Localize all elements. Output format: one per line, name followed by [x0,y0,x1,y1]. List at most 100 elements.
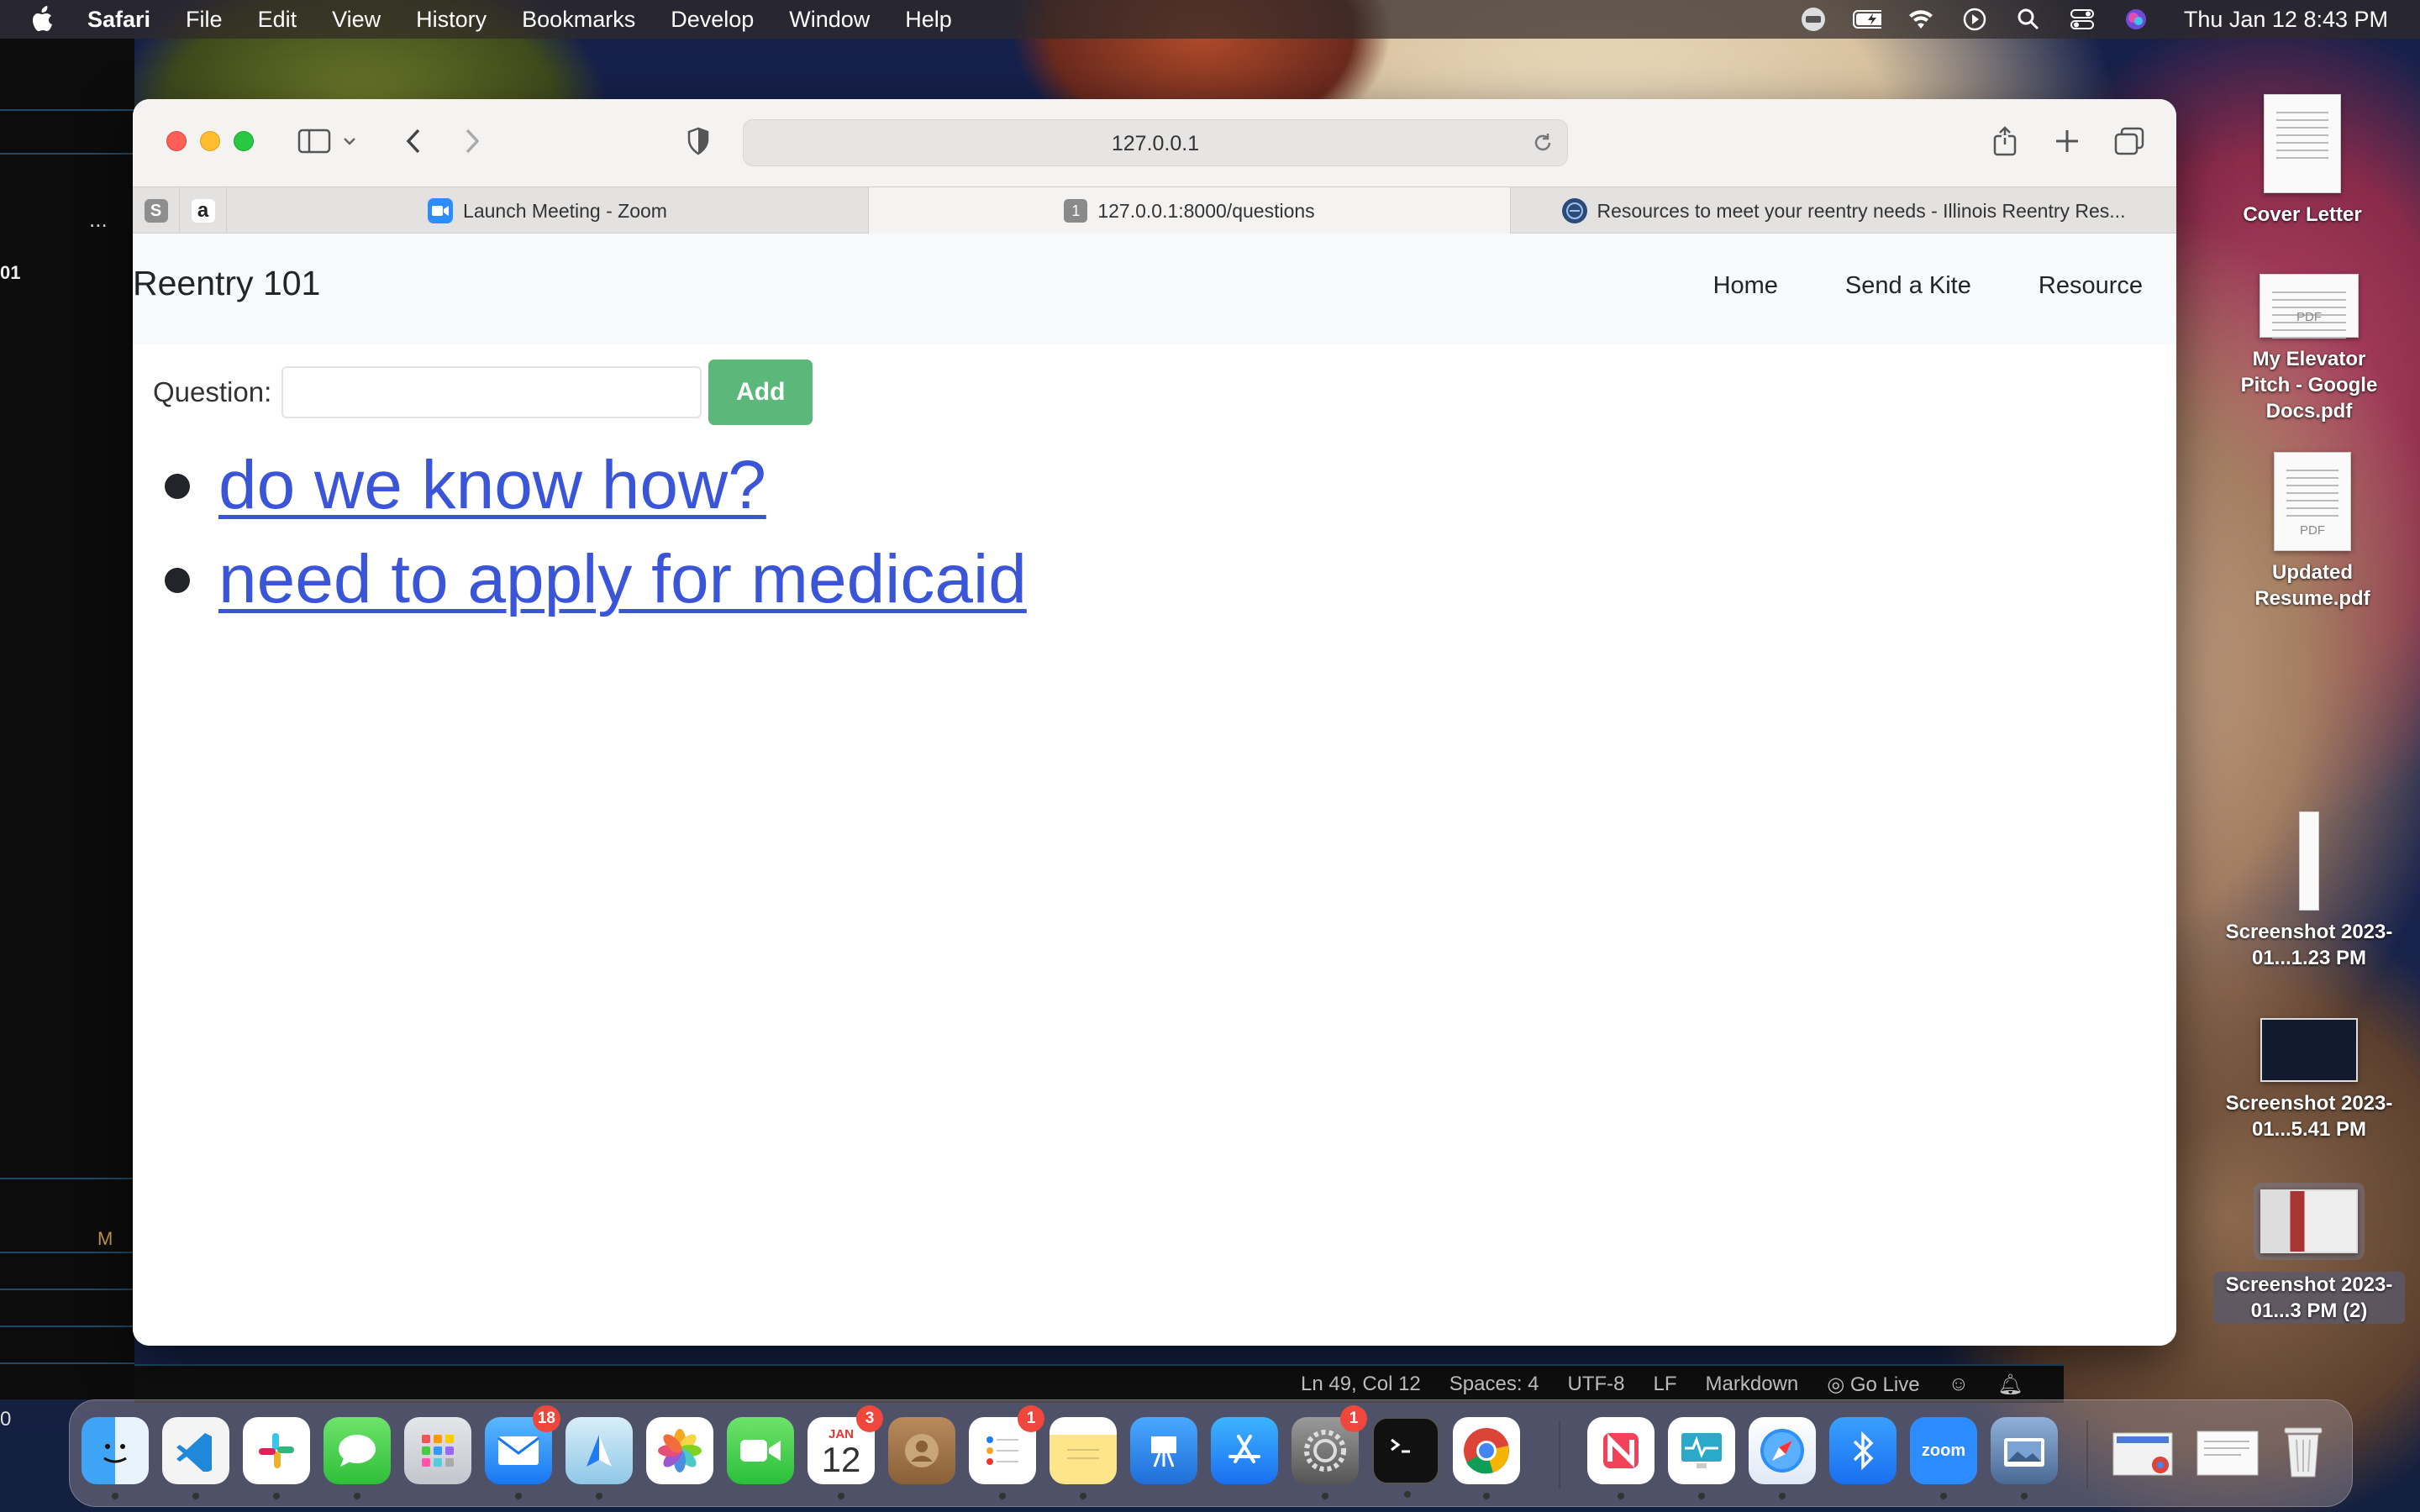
menu-history[interactable]: History [416,7,487,33]
tab-zoom[interactable]: Launch Meeting - Zoom [227,187,869,234]
mail-badge: 18 [532,1405,560,1432]
launchpad-icon[interactable] [404,1417,471,1484]
safari-window: 127.0.0.1 S a Launch Meeting - Zoom 1 12… [133,99,2176,1346]
screenshot-thumbnail-icon [2299,811,2319,911]
minimize-window-button[interactable] [200,131,220,151]
finder-icon[interactable] [82,1417,149,1499]
tab-questions[interactable]: 1 127.0.0.1:8000/questions [869,187,1511,234]
system-settings-icon[interactable]: 1 [1292,1405,1367,1499]
status-cursor-position[interactable]: Ln 49, Col 12 [1301,1373,1421,1397]
pdf-icon: PDF [2260,274,2359,339]
terminal-icon[interactable] [1372,1417,1439,1498]
add-question-button[interactable]: Add [708,360,813,425]
new-tab-plus-icon[interactable] [2050,124,2084,158]
status-eol[interactable]: LF [1654,1373,1677,1397]
calendar-icon[interactable]: JAN 12 3 [808,1405,883,1499]
desktop-file-screenshot-1[interactable]: Screenshot 2023-01...1.23 PM [2225,811,2393,971]
safari-icon[interactable] [1749,1417,1816,1499]
status-language[interactable]: Markdown [1706,1373,1799,1397]
menu-bar-clock[interactable]: Thu Jan 12 8:43 PM [2184,7,2388,33]
zoom-app-icon[interactable]: zoom [1910,1417,1977,1499]
spotlight-search-icon[interactable] [2014,8,2043,31]
status-encoding[interactable]: UTF-8 [1568,1373,1625,1397]
app-store-icon[interactable] [1211,1417,1278,1484]
question-label: Question: [153,376,272,407]
fullscreen-window-button[interactable] [234,131,254,151]
desktop-file-cover-letter[interactable]: Cover Letter [2218,94,2386,228]
forward-arrow-icon[interactable] [459,124,486,158]
downloads-stack-icon[interactable] [2110,1417,2186,1484]
desktop-file-screenshot-3[interactable]: Screenshot 2023-01...3 PM (2) [2213,1183,2405,1324]
maps-icon[interactable] [566,1417,633,1499]
address-bar[interactable]: 127.0.0.1 [743,119,1568,166]
site-brand[interactable]: Reentry 101 [133,264,320,303]
privacy-shield-icon[interactable] [684,124,713,158]
site-navbar: Reentry 101 Home Send a Kite Resource [133,234,2176,344]
desktop-file-resume[interactable]: PDF Updated Resume.pdf [2230,452,2395,612]
notifications-bell-icon[interactable]: 🔔︎ [1997,1373,2023,1397]
pinned-s-icon: S [144,199,168,223]
editor-more-icon[interactable]: ... [89,207,108,233]
pinned-tab-s[interactable]: S [133,187,180,234]
close-window-button[interactable] [166,131,187,151]
now-playing-icon[interactable] [1960,8,1989,31]
back-arrow-icon[interactable] [400,124,427,158]
slack-icon[interactable] [243,1417,310,1499]
control-center-icon[interactable] [2068,8,2096,31]
preview-icon[interactable] [1991,1417,2058,1499]
address-bar-url[interactable]: 127.0.0.1 [744,132,1567,156]
wifi-icon[interactable] [1907,8,1935,31]
contacts-icon[interactable] [888,1417,955,1484]
nav-send-kite-link[interactable]: Send a Kite [1845,272,1971,300]
feedback-icon[interactable]: ☺ [1949,1373,1970,1397]
documents-stack-icon[interactable] [2191,1417,2266,1484]
desktop-file-screenshot-2[interactable]: Screenshot 2023-01...5.41 PM [2225,1018,2393,1142]
menu-app-name[interactable]: Safari [87,7,150,33]
chevron-down-icon[interactable] [339,124,360,158]
mail-icon[interactable]: 18 [485,1405,560,1499]
vscode-icon[interactable] [162,1417,229,1499]
reminders-icon[interactable]: 1 [969,1405,1044,1499]
menu-help[interactable]: Help [905,7,952,33]
tab-overview-icon[interactable] [2111,124,2148,158]
menu-develop[interactable]: Develop [671,7,754,33]
menu-file[interactable]: File [186,7,223,33]
keynote-icon[interactable] [1130,1417,1197,1484]
siri-icon[interactable] [2122,8,2150,31]
trash-icon[interactable] [2270,1417,2337,1484]
tab-reentry-resources[interactable]: Resources to meet your reentry needs - I… [1511,187,2176,234]
menu-view[interactable]: View [332,7,381,33]
share-icon[interactable] [1988,124,2022,158]
question-link[interactable]: do we know how? [218,447,766,523]
desktop-file-elevator-pitch[interactable]: PDF My Elevator Pitch - Google Docs.pdf [2225,274,2393,424]
question-input[interactable] [281,366,702,418]
safari-toolbar: 127.0.0.1 [133,99,2176,186]
running-indicator [838,1493,844,1499]
reload-icon[interactable] [1530,130,1555,155]
status-go-live[interactable]: ◎ Go Live [1827,1373,1919,1397]
facetime-icon[interactable] [727,1417,794,1484]
pinned-tab-amazon[interactable]: a [180,187,227,234]
apple-menu-icon[interactable] [32,6,57,33]
menu-bookmarks[interactable]: Bookmarks [522,7,635,33]
sidebar-toggle-icon[interactable] [296,124,333,158]
notes-icon[interactable] [1050,1417,1117,1499]
running-indicator [1940,1493,1947,1499]
question-link[interactable]: need to apply for medicaid [218,541,1027,617]
photos-icon[interactable] [646,1417,713,1484]
file-label: Cover Letter [2243,203,2362,226]
nav-resource-link[interactable]: Resource [2039,272,2143,300]
nav-home-link[interactable]: Home [1713,272,1778,300]
menu-edit[interactable]: Edit [258,7,297,33]
editor-divider [0,1326,134,1327]
menu-window[interactable]: Window [789,7,870,33]
news-icon[interactable] [1587,1417,1655,1499]
battery-icon[interactable] [1852,8,1881,31]
messages-icon[interactable] [324,1417,391,1499]
zoom-status-icon[interactable] [1799,8,1828,31]
chrome-icon[interactable] [1453,1417,1520,1499]
running-indicator [1322,1493,1328,1499]
status-indentation[interactable]: Spaces: 4 [1449,1373,1539,1397]
activity-monitor-icon[interactable] [1668,1417,1735,1499]
bluetooth-icon[interactable] [1829,1417,1897,1484]
